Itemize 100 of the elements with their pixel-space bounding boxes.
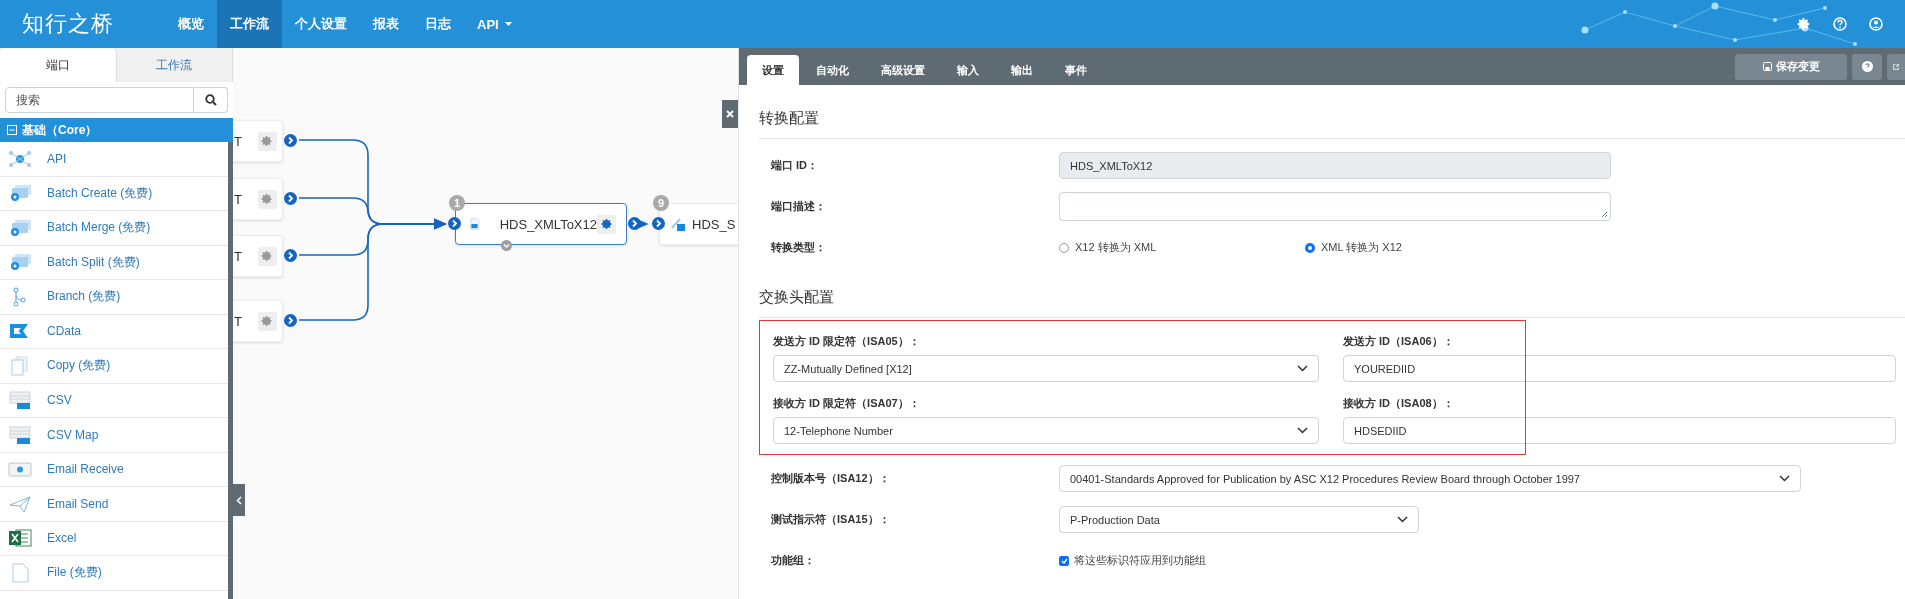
port-icon[interactable] [284,249,297,262]
sidebar-item[interactable]: CData [0,314,228,349]
spreadsheet-icon [7,528,33,549]
field-label: 转换类型： [770,240,827,255]
gear-icon [261,135,274,147]
chevron-down-icon [1779,475,1790,482]
radio-option[interactable]: X12 转换为 XML [1059,240,1305,255]
workflow-node[interactable]: T [233,178,283,220]
sidebar-item[interactable]: Email Receive [0,452,228,487]
search-button[interactable] [194,87,228,113]
port-icon[interactable] [284,192,297,205]
user-icon[interactable] [1869,17,1883,31]
panel-tab[interactable]: 事件 [1050,55,1102,85]
sidebar-item[interactable]: File (免费) [0,556,228,591]
envelope-icon [7,459,33,480]
checkbox-option[interactable]: 将这些标识符应用到功能组 [1059,553,1206,568]
help-button[interactable] [1852,53,1882,80]
section-title: 转换配置 [759,85,1905,139]
field-label: 接收方 ID（ISA08）： [1343,396,1455,411]
sidebar-item[interactable]: Copy (免费) [0,349,228,384]
port-icon[interactable] [284,314,297,327]
network-icon [7,148,33,169]
settings-button[interactable] [257,189,277,209]
sidebar-item[interactable]: CSV [0,383,228,418]
paper-plane-icon [7,493,33,514]
sidebar-item[interactable]: Batch Split (免费) [0,245,228,280]
collapse-button[interactable] [233,484,245,516]
resize-handle-icon[interactable] [1601,211,1608,218]
count-badge: 9 [653,195,669,211]
field-label: 端口描述： [770,199,827,214]
port-icon[interactable] [628,217,641,230]
settings-button[interactable] [257,311,277,331]
search-field[interactable]: 搜索 [5,87,194,113]
nav-item[interactable]: 报表 [360,0,412,48]
port-icon[interactable] [652,217,665,230]
sidebar-item[interactable]: Batch Merge (免费) [0,211,228,246]
spreadsheet-file-icon [7,390,33,411]
checkmark-icon [1060,557,1068,564]
port-icon[interactable] [448,217,461,230]
gear-icon [261,315,274,327]
help-icon[interactable] [1833,17,1847,31]
input-field[interactable]: YOUREDIID [1343,355,1896,382]
sidebar-item[interactable]: Batch Create (免费) [0,176,228,211]
dropdown-field[interactable]: ZZ-Mutually Defined [X12] [773,355,1319,382]
dropdown-field[interactable]: 00401-Standards Approved for Publication by ASC X12 Procedures Review Board through October 1997 [1059,465,1801,492]
workflow-node[interactable]: T [233,235,283,277]
nav-item[interactable]: 个人设置 [282,0,360,48]
sidebar-item[interactable]: API [0,142,228,177]
input-field[interactable]: HDSEDIID [1343,417,1896,444]
field-label: 控制版本号（ISA12）： [770,471,891,486]
radio-option[interactable]: XML 转换为 X12 [1305,240,1551,255]
panel-tab[interactable]: 输出 [996,55,1048,85]
sidebar-item[interactable]: Branch (免费) [0,280,228,315]
port-icon[interactable] [284,134,297,147]
spreadsheet-file-icon [7,424,33,445]
chevron-left-icon [236,495,242,505]
category-header[interactable]: 基础（Core） [0,118,233,142]
section-title: 交换头配置 [759,268,1905,318]
chevron-down-icon [1297,427,1308,434]
field-label: 测试指示符（ISA15）： [770,512,891,527]
chevron-down-icon [1297,365,1308,372]
gear-icon [1797,17,1811,31]
help-icon [1861,61,1873,72]
settings-button[interactable] [257,131,277,151]
settings-button[interactable] [597,214,616,234]
external-link-icon [1893,61,1899,72]
panel-tab[interactable]: 高级设置 [866,55,940,85]
panel-tab[interactable]: 设置 [747,55,799,85]
panel-tab[interactable]: 自动化 [801,55,864,85]
input-field[interactable]: HDS_XMLToX12 [1059,152,1611,179]
expand-icon[interactable] [501,240,512,251]
sidebar-item[interactable]: Excel [0,521,228,556]
dropdown-field[interactable]: 12-Telephone Number [773,417,1319,444]
dropdown-field[interactable]: P-Production Data [1059,506,1419,533]
chevron-down-icon [1397,516,1408,523]
save-button[interactable]: 保存变更 [1735,53,1847,80]
gear-icon [261,193,274,205]
sidebar-tab[interactable]: 端口 [0,48,117,82]
gear-icon [600,218,613,230]
workflow-node[interactable]: T [233,120,283,162]
nav-item[interactable]: API [464,0,525,48]
save-icon [1762,62,1772,71]
field-label: 发送方 ID（ISA06）： [1343,334,1455,349]
nav-item[interactable]: 日志 [412,0,464,48]
close-icon [726,110,734,118]
field-label: 端口 ID： [770,158,820,173]
nav-item[interactable]: 概览 [165,0,217,48]
workflow-node[interactable]: T [233,300,283,342]
close-button[interactable] [722,100,738,128]
gear-icon [261,250,274,262]
document-icon [470,215,480,233]
settings-button[interactable] [257,246,277,266]
nav-item[interactable]: 工作流 [217,0,282,48]
panel-tab[interactable]: 输入 [942,55,994,85]
open-external-button[interactable] [1887,53,1905,80]
sidebar-item[interactable]: Email Send [0,487,228,522]
logo[interactable]: 知行之桥 [0,9,165,39]
sidebar-item[interactable]: CSV Map [0,418,228,453]
category-label: 基础（Core） [22,121,98,139]
count-badge: 1 [449,195,465,211]
